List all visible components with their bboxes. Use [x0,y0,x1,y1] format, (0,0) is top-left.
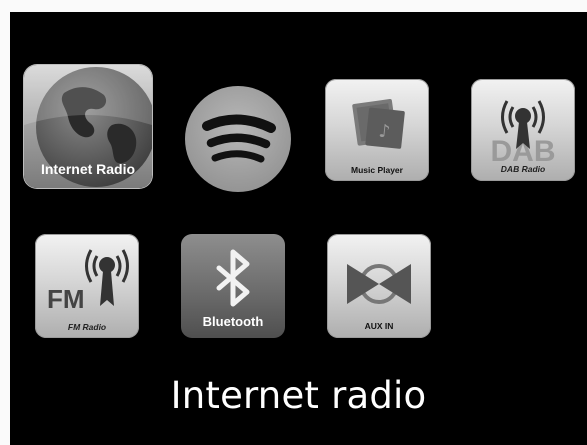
svg-text:♪: ♪ [378,121,392,143]
home-screen: Internet Radio ♪ Music Player DAB DAB Ra… [10,12,587,445]
fm-badge: FM [47,284,85,314]
music-player-label: Music Player [351,165,403,175]
dab-radio-tile[interactable]: DAB DAB Radio [471,79,575,181]
aux-in-label: AUX IN [364,321,394,331]
spotify-logo-icon [202,114,276,163]
bluetooth-label: Bluetooth [202,314,264,329]
fm-radio-tile[interactable]: FM FM Radio [35,234,139,338]
bluetooth-tile[interactable]: Bluetooth [181,234,285,338]
selected-item-caption: Internet radio [170,374,427,417]
aux-in-tile[interactable]: AUX IN [327,234,431,338]
spotify-tile[interactable] [185,86,291,192]
fm-radio-label: FM Radio [67,322,107,332]
dab-radio-label: DAB Radio [500,164,546,174]
music-player-tile[interactable]: ♪ Music Player [325,79,429,181]
internet-radio-label: Internet Radio [40,161,136,177]
internet-radio-tile[interactable]: Internet Radio [24,65,152,188]
